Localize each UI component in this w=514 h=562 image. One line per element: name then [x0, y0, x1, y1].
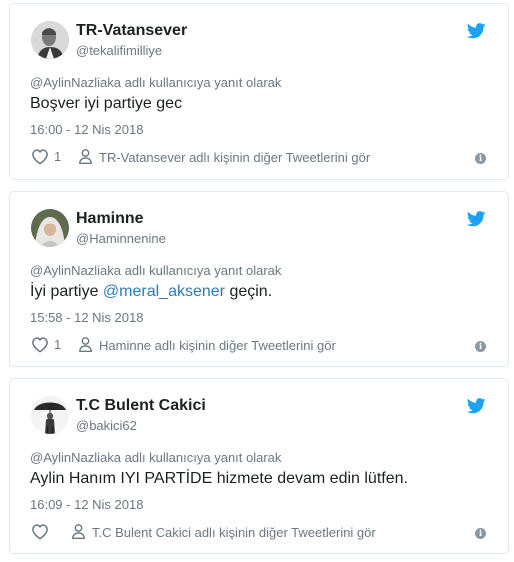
author-handle[interactable]: @bakici62 — [76, 418, 137, 433]
person-icon — [79, 149, 92, 164]
timestamp[interactable]: 16:09 - 12 Nis 2018 — [30, 497, 143, 512]
like-count: 1 — [54, 149, 62, 164]
author-handle[interactable]: @tekalifimilliye — [76, 43, 162, 58]
reply-context: @AylinNazliaka adlı kullanıcıya yanıt ol… — [30, 263, 282, 278]
heart-icon[interactable] — [31, 523, 49, 540]
tweet-actions: 1 TR-Vatansever adlı kişinin diğer Tweet… — [31, 147, 488, 167]
mention-link[interactable]: @meral_aksener — [103, 283, 225, 300]
tweet-actions: 1 Haminne adlı kişinin diğer Tweetlerini… — [31, 335, 488, 355]
heart-icon[interactable] — [31, 336, 49, 353]
tweet-card[interactable]: T.C Bulent Cakici @bakici62 @AylinNazlia… — [9, 378, 509, 554]
like-count: 1 — [54, 337, 62, 352]
avatar[interactable] — [31, 209, 69, 247]
tweet-actions: T.C Bulent Cakici adlı kişinin diğer Twe… — [31, 522, 488, 542]
tweet-card[interactable]: TR-Vatansever @tekalifimilliye @AylinNaz… — [9, 3, 509, 180]
reply-context: @AylinNazliaka adlı kullanıcıya yanıt ol… — [30, 450, 282, 465]
author-name[interactable]: Haminne — [76, 210, 144, 228]
author-name[interactable]: TR-Vatansever — [76, 22, 187, 40]
person-icon — [79, 337, 92, 352]
info-icon[interactable]: i — [475, 528, 486, 539]
tweet-text: Aylin Hanım IYI PARTİDE hizmete devam ed… — [30, 470, 408, 487]
author-name[interactable]: T.C Bulent Cakici — [76, 397, 206, 415]
timestamp[interactable]: 15:58 - 12 Nis 2018 — [30, 310, 143, 325]
tweet-list: TR-Vatansever @tekalifimilliye @AylinNaz… — [0, 0, 514, 562]
author-handle[interactable]: @Haminnenine — [76, 231, 166, 246]
tweet-text: İyi partiye @meral_aksener geçin. — [30, 283, 273, 300]
more-tweets-link[interactable]: T.C Bulent Cakici adlı kişinin diğer Twe… — [92, 525, 376, 540]
info-icon[interactable]: i — [475, 341, 486, 352]
tweet-text: Boşver iyi partiye gec — [30, 95, 183, 112]
info-icon[interactable]: i — [475, 153, 486, 164]
twitter-bird-icon[interactable] — [467, 398, 486, 414]
heart-icon[interactable] — [31, 148, 49, 165]
twitter-bird-icon[interactable] — [467, 23, 486, 39]
reply-context: @AylinNazliaka adlı kullanıcıya yanıt ol… — [30, 75, 282, 90]
timestamp[interactable]: 16:00 - 12 Nis 2018 — [30, 122, 143, 137]
avatar[interactable] — [31, 21, 69, 59]
more-tweets-link[interactable]: Haminne adlı kişinin diğer Tweetlerini g… — [99, 338, 336, 353]
avatar[interactable] — [31, 396, 69, 434]
more-tweets-link[interactable]: TR-Vatansever adlı kişinin diğer Tweetle… — [99, 150, 370, 165]
twitter-bird-icon[interactable] — [467, 211, 486, 227]
person-icon — [72, 524, 85, 539]
tweet-card[interactable]: Haminne @Haminnenine @AylinNazliaka adlı… — [9, 191, 509, 367]
